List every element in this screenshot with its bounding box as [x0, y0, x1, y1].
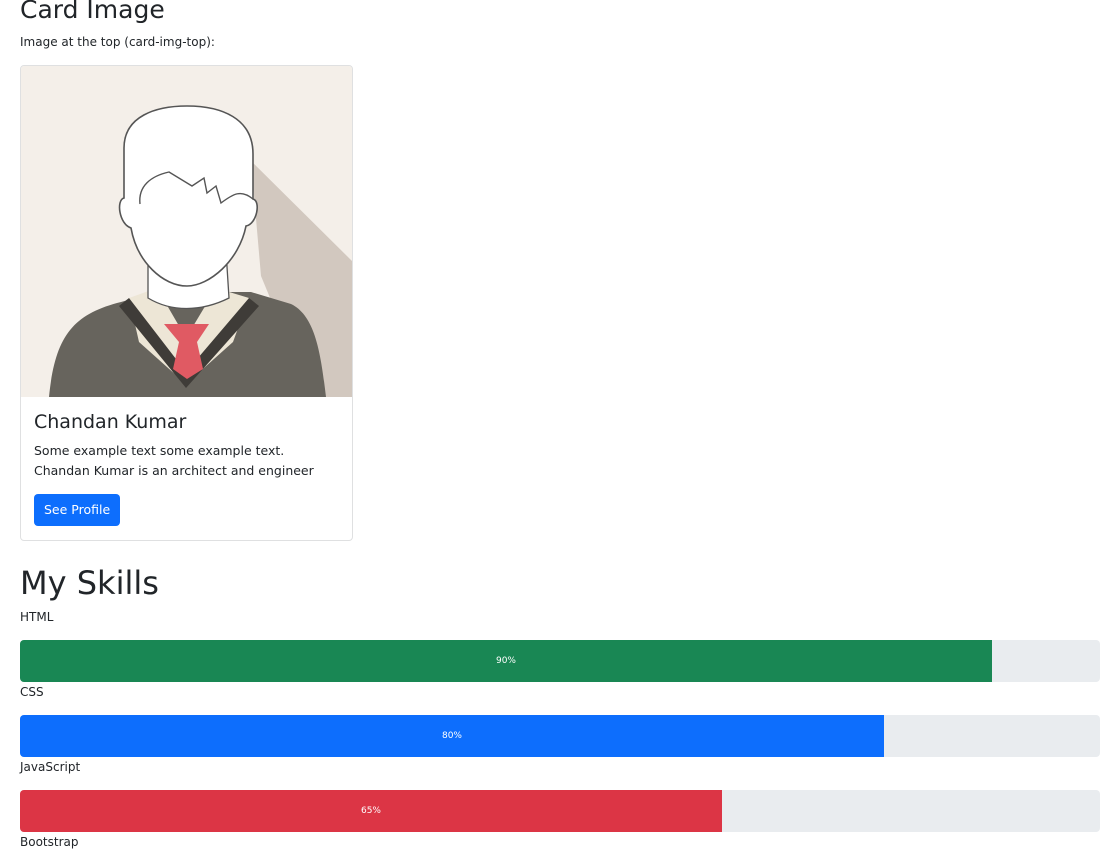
progress-html: 90%: [20, 640, 1100, 682]
skill-label-css: CSS: [20, 685, 44, 699]
progress-bar-javascript: 65%: [20, 790, 722, 832]
progress-bar-css: 80%: [20, 715, 884, 757]
card-body: Chandan Kumar Some example text some exa…: [34, 409, 334, 526]
progress-bar-html: 90%: [20, 640, 992, 682]
card-section-subtext: Image at the top (card-img-top):: [20, 35, 215, 49]
profile-card: Chandan Kumar Some example text some exa…: [20, 65, 353, 541]
skill-label-html: HTML: [20, 610, 54, 624]
progress-javascript: 65%: [20, 790, 1100, 832]
progress-css: 80%: [20, 715, 1100, 757]
card-title: Chandan Kumar: [34, 411, 187, 433]
avatar-image: [21, 66, 352, 397]
skill-label-bootstrap: Bootstrap: [20, 835, 79, 849]
card-section-heading: Card Image: [20, 0, 165, 24]
skills-heading: My Skills: [20, 564, 159, 602]
card-text: Some example text some example text. Cha…: [34, 443, 314, 478]
page: Card Image Image at the top (card-img-to…: [0, 0, 1102, 853]
skill-label-javascript: JavaScript: [20, 760, 81, 774]
see-profile-button[interactable]: See Profile: [34, 494, 121, 526]
